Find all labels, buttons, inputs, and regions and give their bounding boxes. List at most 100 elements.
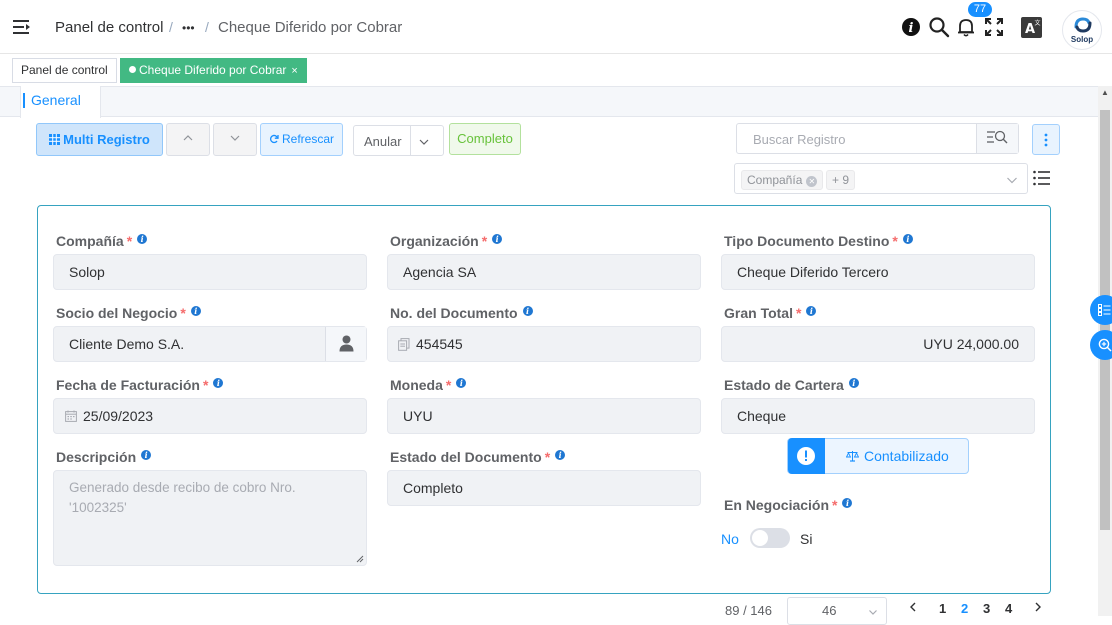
language-icon[interactable]: A 文 <box>1021 17 1042 38</box>
field-label: En Negociación * i <box>724 497 853 513</box>
info-icon[interactable]: i <box>141 450 152 460</box>
next-page-icon[interactable] <box>1033 601 1043 613</box>
document-status-label: Contabilizado <box>864 448 949 464</box>
complete-action-button[interactable]: Completo <box>449 123 521 155</box>
descripcion-placeholder: Generado desde recibo de cobro Nro. '100… <box>69 480 296 515</box>
estado-documento-field[interactable]: Completo <box>387 470 701 506</box>
multi-record-label: Multi Registro <box>63 132 150 147</box>
tab-strip <box>0 86 1098 117</box>
en-negociacion-toggle[interactable] <box>750 528 790 548</box>
zoom-button[interactable] <box>1090 330 1112 360</box>
documento-field[interactable]: 454545 <box>387 326 701 362</box>
field-label: Organización * i <box>390 233 503 249</box>
fecha-value: 25/09/2023 <box>83 408 154 424</box>
breadcrumb-home[interactable]: Panel de control <box>55 19 163 36</box>
required-mark: * <box>892 233 898 249</box>
field-label: Gran Total * i <box>724 305 817 321</box>
business-partner-search-button[interactable] <box>325 327 366 361</box>
active-dot-icon <box>129 66 136 73</box>
tipo-documento-field[interactable]: Cheque Diferido Tercero <box>721 254 1035 290</box>
tag-label: Cheque Diferido por Cobrar <box>139 63 287 77</box>
field-label: Moneda * i <box>390 377 467 393</box>
zoom-in-icon <box>1098 338 1112 352</box>
tag-cheque-diferido[interactable]: Cheque Diferido por Cobrar × <box>120 58 307 83</box>
organizacion-field[interactable]: Agencia SA <box>387 254 701 290</box>
more-options-button[interactable] <box>1032 124 1060 155</box>
document-action-value: Anular <box>364 134 402 149</box>
search-input[interactable]: Buscar Registro <box>753 132 845 147</box>
close-icon[interactable]: × <box>291 65 297 77</box>
page-number-current[interactable]: 2 <box>961 601 968 616</box>
svg-text:i: i <box>909 21 914 36</box>
document-action-select[interactable]: Anular <box>353 125 444 156</box>
required-mark: * <box>445 377 452 393</box>
search-button[interactable] <box>976 124 1018 153</box>
refresh-button[interactable]: Refrescar <box>260 123 343 156</box>
moneda-field[interactable]: UYU <box>387 398 701 434</box>
field-label: Compañía * i <box>56 233 148 249</box>
next-record-button[interactable] <box>213 123 257 156</box>
page-number[interactable]: 1 <box>939 601 946 616</box>
previous-page-icon[interactable] <box>908 601 918 613</box>
fullscreen-icon[interactable] <box>983 16 1005 38</box>
required-mark: * <box>544 449 551 465</box>
breadcrumb-ellipsis[interactable]: ••• <box>182 21 195 35</box>
chevron-up-icon <box>183 135 193 141</box>
required-mark: * <box>832 497 838 513</box>
status-indicator <box>788 438 825 474</box>
avatar[interactable]: Solop <box>1062 10 1102 50</box>
info-icon[interactable]: i <box>137 234 148 244</box>
socio-negocio-value: Cliente Demo S.A. <box>69 336 185 352</box>
hamburger-icon[interactable] <box>12 18 32 36</box>
page-number[interactable]: 4 <box>1005 601 1012 616</box>
compania-field[interactable]: Solop <box>53 254 367 290</box>
side-panel-button[interactable] <box>1090 295 1112 325</box>
info-icon[interactable]: i <box>902 234 913 244</box>
info-icon[interactable]: i <box>522 306 533 316</box>
complete-action-label: Completo <box>457 131 513 146</box>
filter-chip-compania[interactable]: Compañía ✕ <box>741 170 824 190</box>
page-number[interactable]: 3 <box>983 601 990 616</box>
resize-handle-icon[interactable] <box>356 555 364 563</box>
chip-label: + 9 <box>832 173 850 187</box>
socio-negocio-field[interactable]: Cliente Demo S.A. <box>53 326 367 362</box>
multi-record-button[interactable]: Multi Registro <box>36 123 163 156</box>
info-icon[interactable]: i <box>842 498 853 508</box>
required-mark: * <box>795 305 802 321</box>
info-icon[interactable]: i <box>555 450 566 460</box>
list-icon <box>1098 304 1111 316</box>
required-mark: * <box>481 233 488 249</box>
filter-chip-more[interactable]: + 9 <box>826 170 856 190</box>
breadcrumb-current: Cheque Diferido por Cobrar <box>218 19 403 36</box>
tab-general[interactable]: General <box>20 86 101 118</box>
page-size-select[interactable]: 46 <box>787 597 887 625</box>
info-icon[interactable]: i <box>900 16 922 38</box>
switch-on-label: Si <box>800 531 813 547</box>
select-divider <box>410 126 411 155</box>
close-icon[interactable]: ✕ <box>806 176 818 187</box>
descripcion-textarea[interactable]: Generado desde recibo de cobro Nro. '100… <box>53 470 367 566</box>
info-icon[interactable]: i <box>190 306 201 316</box>
gran-total-field[interactable]: UYU 24,000.00 <box>721 326 1035 362</box>
user-icon <box>339 335 354 352</box>
field-label: No. del Documento i <box>390 305 533 321</box>
info-icon[interactable]: i <box>213 378 224 388</box>
info-icon[interactable]: i <box>848 378 859 388</box>
field-filter-select[interactable]: Compañía ✕ + 9 <box>734 163 1028 194</box>
bell-icon[interactable] <box>955 16 977 38</box>
refresh-label: Refrescar <box>281 132 334 146</box>
scroll-up-icon[interactable]: ▲ <box>1100 88 1110 98</box>
tag-panel-de-control[interactable]: Panel de control <box>12 58 117 83</box>
info-icon[interactable]: i <box>456 378 467 388</box>
fecha-facturacion-field[interactable]: 25/09/2023 <box>53 398 367 434</box>
search-icon[interactable] <box>928 16 950 38</box>
previous-record-button[interactable] <box>166 123 210 156</box>
svg-text:文: 文 <box>1034 19 1040 27</box>
switch-off-label: No <box>721 531 739 547</box>
estado-cartera-field[interactable]: Cheque <box>721 398 1035 434</box>
search-record[interactable]: Buscar Registro <box>736 123 1019 154</box>
info-icon[interactable]: i <box>806 306 817 316</box>
document-status-button[interactable]: Contabilizado <box>787 438 969 474</box>
list-icon[interactable] <box>1033 170 1051 186</box>
info-icon[interactable]: i <box>492 234 503 244</box>
